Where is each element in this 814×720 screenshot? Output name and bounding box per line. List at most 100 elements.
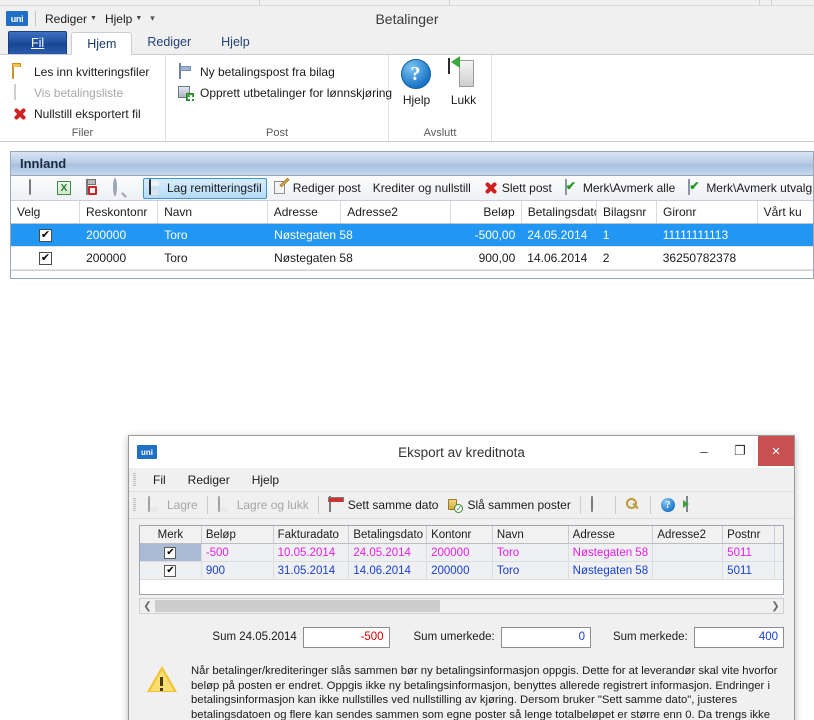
tab-fil[interactable]: Fil <box>8 31 67 54</box>
table-row[interactable]: ✔ 900 31.05.2014 14.06.2014 200000 Toro … <box>140 562 783 580</box>
dcolumn-header-navn[interactable]: Navn <box>493 526 569 543</box>
drow-checkbox-cell[interactable]: ✔ <box>140 562 202 579</box>
qat-overflow-icon[interactable]: ▾ <box>150 13 155 24</box>
tab-hjem[interactable]: Hjem <box>71 32 132 55</box>
column-header-reskontonr[interactable]: Reskontonr <box>80 201 158 223</box>
ribbon-body: Les inn kvitteringsfiler Vis betalingsli… <box>0 55 814 142</box>
check-grid-icon <box>687 180 703 196</box>
button-opprett-utbetalinger-label: Opprett utbetalinger for lønnskjøring <box>200 86 392 100</box>
maximize-icon[interactable]: ❐ <box>722 436 758 466</box>
quick-access-separator <box>35 11 36 26</box>
dialog-lagre-button[interactable]: Lagre <box>143 494 202 516</box>
toolbar-zoom-button[interactable] <box>107 178 133 199</box>
scrollbar-track[interactable] <box>155 599 768 613</box>
zoom-icon <box>112 180 128 196</box>
cell-gironr: 11111111113 <box>657 224 758 246</box>
tab-hjelp[interactable]: Hjelp <box>206 31 265 54</box>
menu-item-fil[interactable]: Fil <box>142 468 177 492</box>
toolbar-krediter-og-nullstill-label: Krediter og nullstill <box>373 181 471 195</box>
column-header-belop[interactable]: Beløp <box>451 201 522 223</box>
toolbar-print-button[interactable] <box>23 178 49 199</box>
dialog-exit-button[interactable] <box>681 494 705 516</box>
dialog-lagre-og-lukk-button[interactable]: Lagre og lukk <box>213 494 313 516</box>
button-ny-betalingspost-fra-bilag[interactable]: Ny betalingspost fra bilag <box>174 61 380 82</box>
sum-umerkede-input[interactable]: 0 <box>501 627 591 648</box>
toolbar-merk-avmerk-utvalg-button[interactable]: Merk\Avmerk utvalg <box>682 178 813 199</box>
toolbar-rediger-post-button[interactable]: Rediger post <box>269 178 366 199</box>
key-icon <box>625 497 641 513</box>
column-header-adresse[interactable]: Adresse <box>268 201 342 223</box>
checkbox-checked-icon[interactable]: ✔ <box>39 252 52 265</box>
ribbon-group-filer-label: Filer <box>0 127 165 139</box>
menu-item-rediger[interactable]: Rediger <box>177 468 241 492</box>
column-header-adresse2[interactable]: Adresse2 <box>341 201 451 223</box>
qat-item-rediger[interactable]: Rediger ▼ <box>43 11 99 27</box>
dcolumn-header-belop[interactable]: Beløp <box>202 526 274 543</box>
toolbar-lag-remitteringsfil-button[interactable]: Lag remitteringsfil <box>143 178 267 199</box>
toolbar-separator <box>615 496 616 514</box>
dcolumn-header-kontonr[interactable]: Kontonr <box>427 526 493 543</box>
toolbar-clipboard-button[interactable] <box>79 178 105 199</box>
table-row[interactable]: ✔ -500 10.05.2014 24.05.2014 200000 Toro… <box>140 544 783 562</box>
qat-item-hjelp[interactable]: Hjelp ▼ <box>103 11 144 27</box>
dcell-adresse: Nøstegaten 58 <box>569 544 654 561</box>
checkbox-checked-icon[interactable]: ✔ <box>39 229 52 242</box>
cell-betalingsdato: 24.05.2014 <box>521 224 596 246</box>
dcolumn-header-betalingsdato[interactable]: Betalingsdato <box>349 526 427 543</box>
dialog-sla-sammen-poster-button[interactable]: ✓ Slå sammen poster <box>443 494 574 516</box>
table-row[interactable]: ✔ 200000 Toro Nøstegaten 58 -500,00 24.0… <box>11 224 813 247</box>
row-checkbox-cell[interactable]: ✔ <box>11 224 80 246</box>
scrollbar-thumb[interactable] <box>155 600 440 612</box>
sum-dato-input[interactable]: -500 <box>303 627 390 648</box>
toolbar-merk-avmerk-alle-button[interactable]: Merk\Avmerk alle <box>559 178 680 199</box>
red-x-icon <box>483 180 499 196</box>
toolbar-slett-post-button[interactable]: Slett post <box>478 178 557 199</box>
drow-checkbox-cell[interactable]: ✔ <box>140 544 202 561</box>
table-row[interactable]: ✔ 200000 Toro Nøstegaten 58 900,00 14.06… <box>11 247 813 270</box>
dialog-help-button[interactable]: ? <box>656 494 680 516</box>
tab-rediger[interactable]: Rediger <box>132 31 206 54</box>
button-les-inn-kvitteringsfiler[interactable]: Les inn kvitteringsfiler <box>8 61 157 82</box>
dialog-print-button[interactable] <box>586 494 610 516</box>
sum-merkede-input[interactable]: 400 <box>694 627 784 648</box>
dcolumn-header-postnr[interactable]: Postnr <box>723 526 775 543</box>
column-header-gironr[interactable]: Gironr <box>657 201 758 223</box>
dcolumn-header-fakturadato[interactable]: Fakturadato <box>274 526 350 543</box>
toolbar-excel-button[interactable]: X <box>51 178 77 199</box>
button-vis-betalingsliste-label: Vis betalingsliste <box>34 86 123 100</box>
column-header-navn[interactable]: Navn <box>158 201 268 223</box>
chevron-down-icon: ▼ <box>90 15 97 22</box>
button-nullstill-eksportert-fil[interactable]: Nullstill eksportert fil <box>8 103 157 124</box>
scroll-right-icon[interactable]: ❯ <box>768 601 783 612</box>
dcolumn-header-merk[interactable]: Merk <box>140 526 202 543</box>
close-icon[interactable]: × <box>758 436 794 466</box>
dialog-sett-samme-dato-button[interactable]: Sett samme dato <box>324 494 443 516</box>
toolbar-grip[interactable] <box>133 498 136 512</box>
dialog-toolbar: Lagre Lagre og lukk Sett samme dato ✓ Sl… <box>129 492 794 519</box>
scroll-left-icon[interactable]: ❮ <box>140 601 155 612</box>
dcell-spacer <box>775 544 783 561</box>
warning-message: Når betalinger/krediteringer slås sammen… <box>191 664 778 720</box>
checkbox-checked-icon[interactable]: ✔ <box>164 565 176 577</box>
column-header-bilagsnr[interactable]: Bilagsnr <box>597 201 657 223</box>
column-header-velg[interactable]: Velg <box>11 201 80 223</box>
column-header-vart-kundenr[interactable]: Vårt ku <box>758 201 813 223</box>
dcolumn-header-adresse2[interactable]: Adresse2 <box>653 526 723 543</box>
row-checkbox-cell[interactable]: ✔ <box>11 247 80 269</box>
toolbar-separator <box>207 496 208 514</box>
dialog-search-key-button[interactable] <box>621 494 645 516</box>
horizontal-scrollbar[interactable]: ❮ ❯ <box>139 598 784 614</box>
dcolumn-header-adresse[interactable]: Adresse <box>569 526 654 543</box>
cell-bilagsnr: 1 <box>597 224 657 246</box>
minimize-icon[interactable]: – <box>686 436 722 466</box>
menu-item-hjelp[interactable]: Hjelp <box>241 468 290 492</box>
menu-grip[interactable] <box>133 473 136 487</box>
dcell-kontonr: 200000 <box>427 562 493 579</box>
button-vis-betalingsliste[interactable]: Vis betalingsliste <box>8 82 157 103</box>
toolbar-krediter-og-nullstill-button[interactable]: Krediter og nullstill <box>368 178 476 199</box>
checkbox-checked-icon[interactable]: ✔ <box>164 547 176 559</box>
button-hjelp-label: Hjelp <box>403 93 430 107</box>
column-header-betalingsdato[interactable]: Betalingsdato <box>522 201 597 223</box>
work-area: Innland X Lag remitteringsfil <box>0 142 814 720</box>
button-opprett-utbetalinger[interactable]: Opprett utbetalinger for lønnskjøring <box>174 82 380 103</box>
